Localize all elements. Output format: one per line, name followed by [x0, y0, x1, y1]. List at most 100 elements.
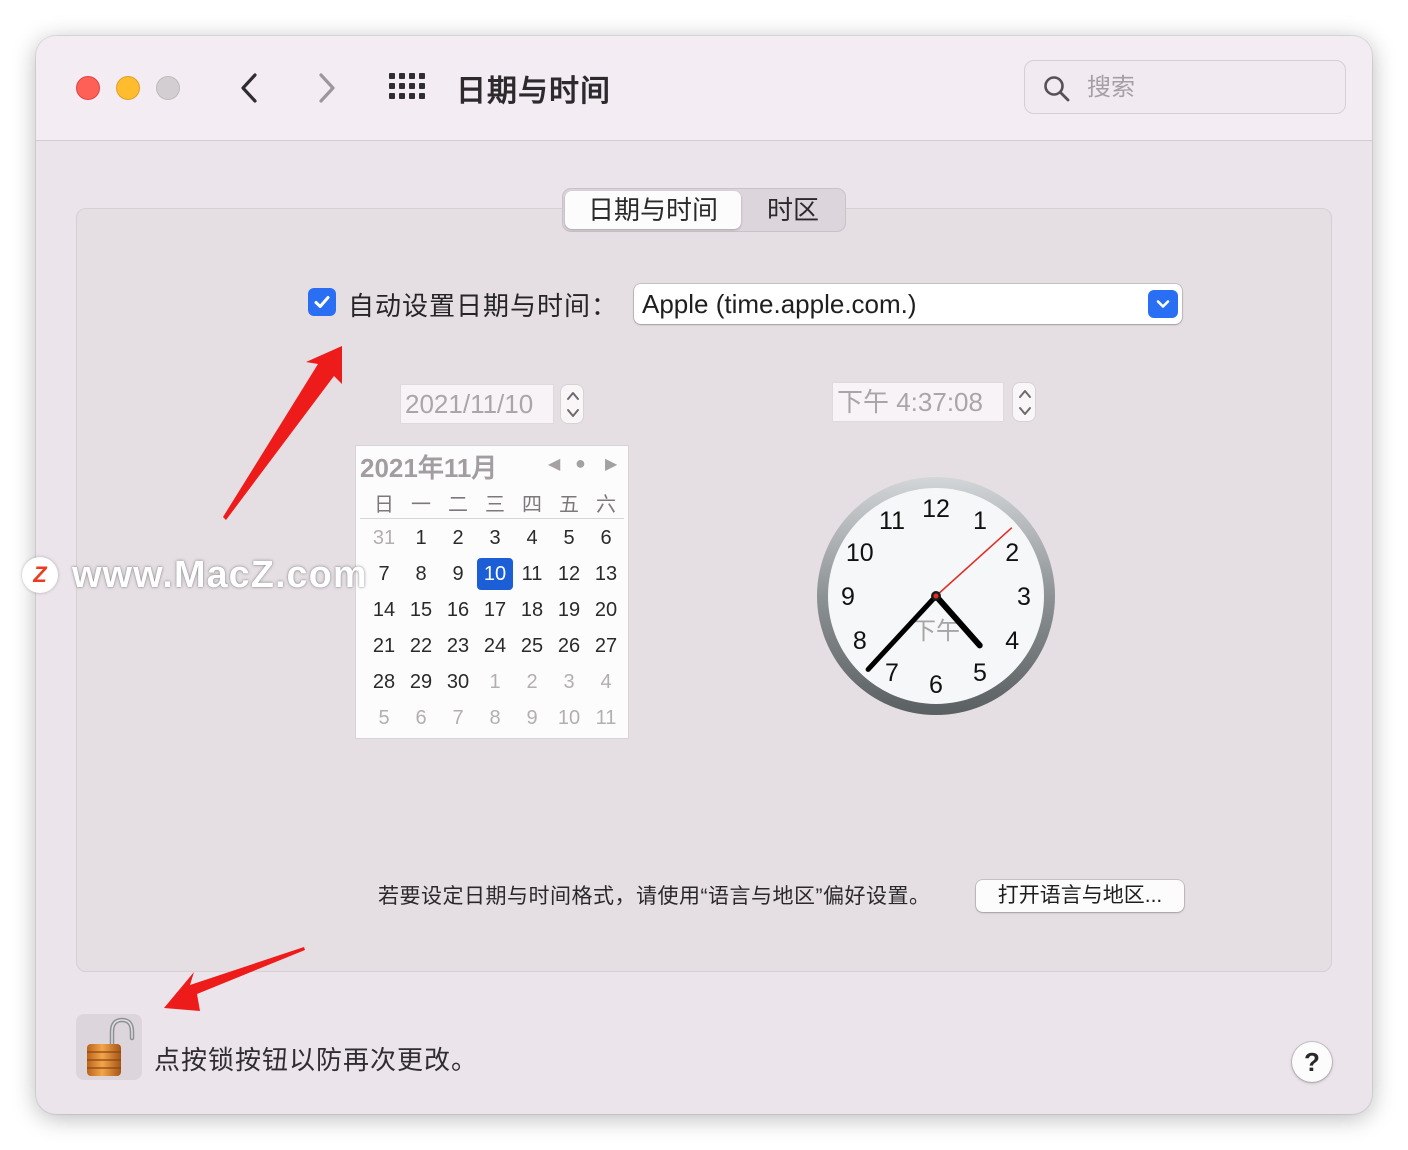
calendar-day[interactable]: 1: [403, 522, 439, 554]
forward-button[interactable]: [308, 70, 344, 106]
grid-dot: [389, 93, 395, 99]
stepper-up-icon: [1019, 390, 1031, 398]
clock-period: 下午: [912, 617, 960, 645]
calendar-day[interactable]: 9: [440, 558, 476, 590]
stepper-down-icon: [567, 409, 579, 417]
time-server-value: Apple (time.apple.com.): [642, 289, 917, 319]
calendar-day[interactable]: 2: [514, 666, 550, 698]
grid-dot: [419, 93, 425, 99]
grid-dot: [409, 93, 415, 99]
date-field[interactable]: 2021/11/10: [400, 384, 554, 424]
clock-number: 11: [879, 507, 905, 535]
calendar-day[interactable]: 14: [366, 594, 402, 626]
stepper-down-icon: [1019, 407, 1031, 415]
grid-dot: [389, 83, 395, 89]
close-button[interactable]: [76, 76, 100, 100]
calendar-day[interactable]: 30: [440, 666, 476, 698]
clock-number: 5: [973, 659, 987, 687]
calendar-weekday: 五: [559, 494, 579, 516]
calendar-day[interactable]: 8: [403, 558, 439, 590]
calendar-day[interactable]: 9: [514, 702, 550, 734]
grid-dot: [399, 93, 405, 99]
calendar-weekday: 二: [448, 494, 468, 516]
clock-number: 9: [841, 583, 855, 611]
date-stepper[interactable]: [560, 384, 584, 424]
calendar-day[interactable]: 29: [403, 666, 439, 698]
calendar-day[interactable]: 3: [551, 666, 587, 698]
lock-button[interactable]: [76, 1014, 142, 1080]
calendar-divider: [360, 518, 624, 519]
calendar-day[interactable]: 26: [551, 630, 587, 662]
time-field[interactable]: 下午 4:37:08: [832, 382, 1004, 422]
time-stepper[interactable]: [1012, 382, 1036, 422]
calendar-weekday: 六: [596, 494, 616, 516]
unlocked-padlock-icon: [87, 1017, 135, 1076]
calendar-day[interactable]: 7: [366, 558, 402, 590]
calendar-day[interactable]: 31: [366, 522, 402, 554]
calendar-day[interactable]: 22: [403, 630, 439, 662]
open-language-region-button[interactable]: 打开语言与地区...: [976, 880, 1184, 912]
clock-number: 12: [922, 495, 950, 523]
clock-number: 4: [1005, 627, 1019, 655]
calendar-day[interactable]: 25: [514, 630, 550, 662]
title-bar: 日期与时间: [36, 36, 1372, 141]
show-all-button[interactable]: [388, 72, 426, 102]
tab-time-zone[interactable]: 时区: [743, 191, 843, 229]
calendar-title: 2021年11月: [360, 453, 498, 483]
calendar-day[interactable]: 11: [514, 558, 550, 590]
stepper-up-icon: [567, 392, 579, 400]
calendar-day[interactable]: 6: [588, 522, 624, 554]
chevron-right-icon: [319, 73, 335, 103]
calendar-day[interactable]: 28: [366, 666, 402, 698]
search-input[interactable]: [1085, 73, 1329, 103]
calendar-weekday: 日: [374, 494, 394, 516]
grid-icon: [389, 73, 425, 99]
clock-number: 1: [973, 507, 987, 535]
next-month-icon[interactable]: ▶: [605, 454, 617, 474]
calendar-day[interactable]: 8: [477, 702, 513, 734]
calendar-day[interactable]: 10: [477, 558, 513, 590]
search-box[interactable]: [1024, 60, 1346, 114]
back-button[interactable]: [232, 70, 268, 106]
help-button[interactable]: ?: [1292, 1042, 1332, 1082]
calendar-day[interactable]: 5: [366, 702, 402, 734]
calendar-day[interactable]: 5: [551, 522, 587, 554]
minimize-button[interactable]: [116, 76, 140, 100]
calendar-day[interactable]: 1: [477, 666, 513, 698]
clock-number: 6: [929, 671, 943, 699]
calendar-day[interactable]: 11: [588, 702, 624, 734]
auto-set-label: 自动设置日期与时间：: [348, 291, 619, 321]
grid-dot: [399, 83, 405, 89]
calendar-day[interactable]: 2: [440, 522, 476, 554]
calendar-day[interactable]: 27: [588, 630, 624, 662]
calendar-day[interactable]: 24: [477, 630, 513, 662]
checkmark-icon: [314, 296, 330, 308]
calendar-day[interactable]: 16: [440, 594, 476, 626]
watermark-logo: Z: [22, 557, 58, 593]
time-server-dropdown[interactable]: Apple (time.apple.com.): [634, 284, 1182, 324]
calendar-day[interactable]: 4: [514, 522, 550, 554]
calendar-day[interactable]: 21: [366, 630, 402, 662]
calendar-day[interactable]: 10: [551, 702, 587, 734]
calendar-day[interactable]: 4: [588, 666, 624, 698]
grid-dot: [409, 83, 415, 89]
calendar-day[interactable]: 13: [588, 558, 624, 590]
calendar-day[interactable]: 15: [403, 594, 439, 626]
calendar-day[interactable]: 18: [514, 594, 550, 626]
calendar-day[interactable]: 20: [588, 594, 624, 626]
clock-number: 8: [853, 627, 867, 655]
calendar-day[interactable]: 17: [477, 594, 513, 626]
clock-center-dot: [933, 593, 939, 599]
calendar-day[interactable]: 6: [403, 702, 439, 734]
prev-month-icon[interactable]: ◀: [548, 454, 560, 474]
tab-date-time[interactable]: 日期与时间: [565, 191, 741, 229]
auto-set-checkbox[interactable]: [308, 288, 336, 316]
zoom-button[interactable]: [156, 76, 180, 100]
calendar-day[interactable]: 19: [551, 594, 587, 626]
watermark-text: www.MacZ.com: [72, 554, 368, 596]
calendar-day[interactable]: 12: [551, 558, 587, 590]
calendar-day[interactable]: 7: [440, 702, 476, 734]
calendar-day[interactable]: 23: [440, 630, 476, 662]
today-dot-icon[interactable]: ●: [575, 453, 586, 474]
calendar-day[interactable]: 3: [477, 522, 513, 554]
